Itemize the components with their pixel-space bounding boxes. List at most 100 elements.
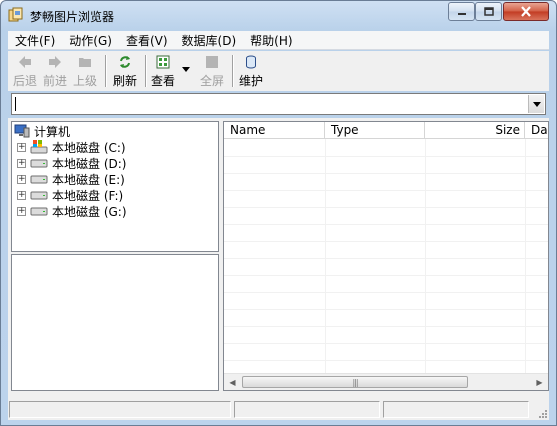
tree-label: 本地磁盘 (E:) xyxy=(52,172,125,187)
grid-line xyxy=(224,258,548,259)
expand-icon[interactable]: + xyxy=(17,206,26,216)
status-pane-left xyxy=(9,401,231,418)
file-list[interactable]: Name Type Size Da ◀ ||| ▶ xyxy=(223,121,549,391)
grid-line xyxy=(224,343,548,344)
menu-database[interactable]: 数据库(D) xyxy=(175,32,244,49)
tree-label: 本地磁盘 (C:) xyxy=(52,140,126,155)
refresh-label: 刷新 xyxy=(112,74,137,88)
grid-line xyxy=(224,156,548,157)
minimize-icon xyxy=(457,12,466,15)
window-title: 梦畅图片浏览器 xyxy=(30,10,115,24)
grid-line xyxy=(224,241,548,242)
grid-line xyxy=(224,207,548,208)
tree-label: 计算机 xyxy=(34,124,71,139)
view-label: 查看 xyxy=(150,74,175,88)
app-window: 梦畅图片浏览器 文件(F) 动作(G) 查看(V) 数据库(D) 帮助(H) 后… xyxy=(0,0,557,426)
grid-line xyxy=(224,275,548,276)
drive-icon xyxy=(30,207,48,216)
list-header: Name Type Size Da xyxy=(224,122,548,139)
back-button[interactable]: 后退 xyxy=(11,53,39,89)
refresh-button[interactable]: 刷新 xyxy=(111,53,139,89)
scroll-thumb[interactable]: ||| xyxy=(242,376,468,388)
maximize-button[interactable] xyxy=(475,2,502,21)
column-header-name[interactable]: Name xyxy=(224,122,325,139)
view-button[interactable]: 查看 xyxy=(149,53,177,89)
drive-icon xyxy=(30,191,48,200)
system-drive-icon xyxy=(30,140,48,154)
grid-line xyxy=(325,139,326,374)
fullscreen-label: 全屏 xyxy=(199,74,224,88)
column-header-type[interactable]: Type xyxy=(325,122,425,139)
grid-line xyxy=(224,309,548,310)
column-header-size[interactable]: Size xyxy=(425,122,525,139)
status-pane-right xyxy=(383,401,529,418)
toolbar-separator xyxy=(105,55,107,87)
tree-label: 本地磁盘 (G:) xyxy=(52,204,127,219)
toolbar-separator xyxy=(145,55,147,87)
tree-label: 本地磁盘 (F:) xyxy=(52,188,124,203)
arrow-right-icon xyxy=(49,56,61,68)
app-icon xyxy=(8,7,23,22)
expand-icon[interactable]: + xyxy=(17,174,26,184)
column-header-date[interactable]: Da xyxy=(525,122,548,139)
folder-tree[interactable]: 计算机 + 本地磁盘 (C:) + 本地磁盘 (D:) + 本地磁盘 (E:) xyxy=(11,121,219,252)
close-button[interactable] xyxy=(503,2,549,21)
grid-line xyxy=(224,326,548,327)
menu-file[interactable]: 文件(F) xyxy=(8,32,62,49)
grid-line xyxy=(525,139,526,374)
fullscreen-button[interactable]: 全屏 xyxy=(198,53,226,89)
database-icon xyxy=(246,55,256,69)
horizontal-scrollbar[interactable]: ◀ ||| ▶ xyxy=(224,373,548,390)
fullscreen-icon xyxy=(206,56,218,68)
maintain-button[interactable]: 维护 xyxy=(237,53,265,89)
main-content: 计算机 + 本地磁盘 (C:) + 本地磁盘 (D:) + 本地磁盘 (E:) xyxy=(8,118,549,400)
maintain-label: 维护 xyxy=(238,74,263,88)
view-dropdown-button[interactable] xyxy=(179,53,193,89)
menu-view[interactable]: 查看(V) xyxy=(119,32,175,49)
up-label: 上级 xyxy=(72,74,97,88)
tree-item-drive-d[interactable]: + 本地磁盘 (D:) xyxy=(17,155,126,171)
title-bar[interactable]: 梦畅图片浏览器 xyxy=(1,1,556,31)
chevron-down-icon xyxy=(532,101,541,107)
toolbar-separator xyxy=(232,55,234,87)
tree-item-drive-f[interactable]: + 本地磁盘 (F:) xyxy=(17,187,123,203)
arrow-left-icon xyxy=(19,56,31,68)
expand-icon[interactable]: + xyxy=(17,190,26,200)
text-caret xyxy=(15,97,16,111)
forward-button[interactable]: 前进 xyxy=(41,53,69,89)
close-icon xyxy=(521,6,531,17)
image-preview-pane xyxy=(11,254,219,391)
menu-bar: 文件(F) 动作(G) 查看(V) 数据库(D) 帮助(H) xyxy=(8,31,549,50)
status-pane-middle xyxy=(234,401,380,418)
grid-line xyxy=(224,292,548,293)
menu-help[interactable]: 帮助(H) xyxy=(243,32,299,49)
menu-action[interactable]: 动作(G) xyxy=(62,32,119,49)
minimize-button[interactable] xyxy=(448,2,475,21)
drive-icon xyxy=(30,175,48,184)
tree-label: 本地磁盘 (D:) xyxy=(52,156,127,171)
dropdown-arrow-icon xyxy=(182,67,190,72)
back-label: 后退 xyxy=(12,74,37,88)
expand-icon[interactable]: + xyxy=(17,142,26,152)
tree-item-computer[interactable]: 计算机 xyxy=(14,123,70,139)
grid-line xyxy=(224,190,548,191)
toolbar: 后退 前进 上级 刷新 查看 全屏 维护 xyxy=(8,51,549,91)
tree-item-drive-g[interactable]: + 本地磁盘 (G:) xyxy=(17,203,127,219)
address-dropdown-button[interactable] xyxy=(528,95,544,113)
tree-item-drive-c[interactable]: + 本地磁盘 (C:) xyxy=(17,139,126,155)
grid-line xyxy=(224,360,548,361)
address-combobox[interactable] xyxy=(11,93,546,115)
up-button[interactable]: 上级 xyxy=(71,53,99,89)
expand-icon[interactable]: + xyxy=(17,158,26,168)
folder-up-icon xyxy=(79,58,91,67)
forward-label: 前进 xyxy=(42,74,67,88)
maximize-icon xyxy=(483,6,494,16)
status-bar xyxy=(8,400,549,420)
grid-line xyxy=(425,139,426,374)
scroll-right-icon[interactable]: ▶ xyxy=(531,374,548,390)
computer-icon xyxy=(14,124,30,138)
scroll-left-icon[interactable]: ◀ xyxy=(224,374,241,390)
view-grid-icon xyxy=(156,55,170,69)
tree-item-drive-e[interactable]: + 本地磁盘 (E:) xyxy=(17,171,125,187)
resize-grip-icon[interactable] xyxy=(537,408,548,419)
